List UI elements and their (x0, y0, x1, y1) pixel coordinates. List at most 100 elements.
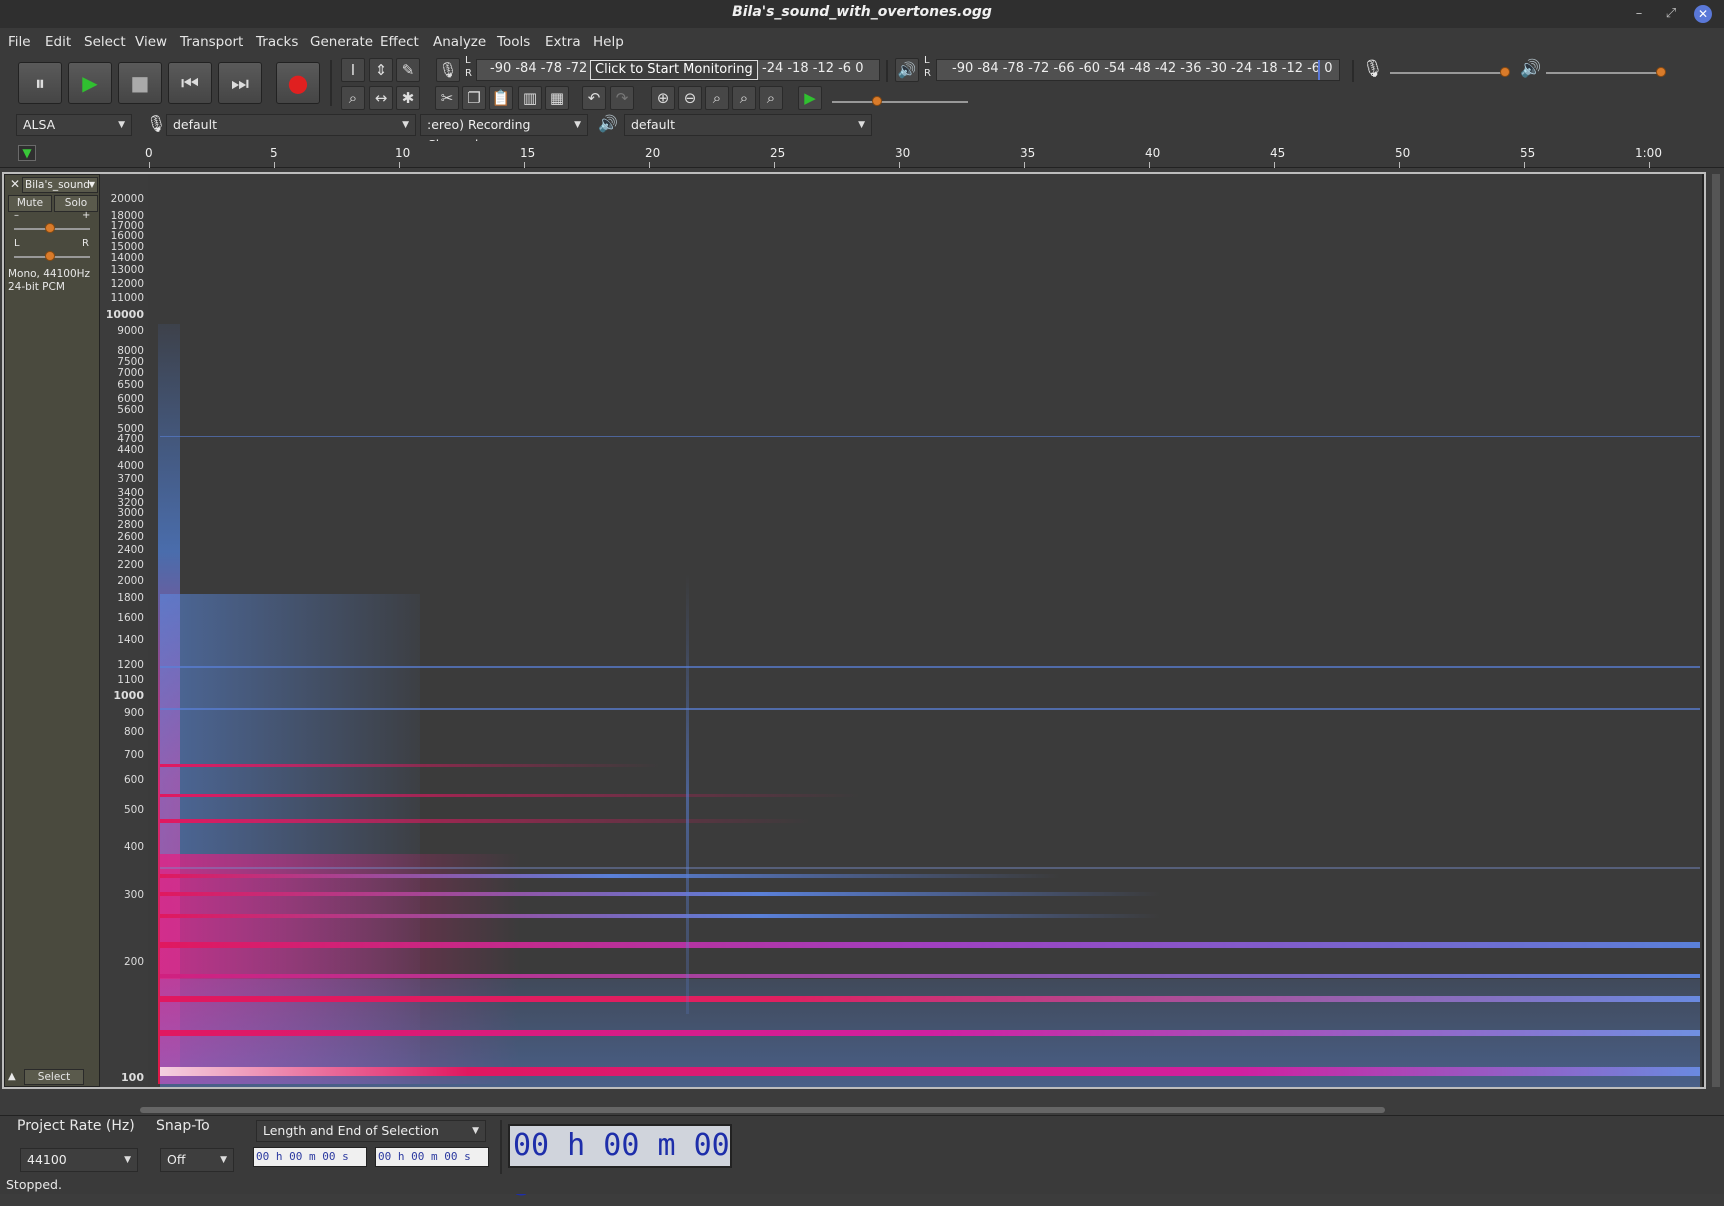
recording-channels-select[interactable]: :ereo) Recording Channels▼ (420, 114, 588, 152)
menu-help[interactable]: Help (593, 34, 624, 50)
frequency-label: 2800 (117, 518, 144, 531)
skip-to-end-button[interactable]: ⏭ (218, 62, 262, 104)
selection-mode-select[interactable]: Length and End of Selection ▼ (256, 1120, 486, 1142)
record-button[interactable]: ● (276, 62, 320, 104)
frequency-label: 4400 (117, 443, 144, 456)
pause-button[interactable]: ⏸ (18, 62, 62, 104)
frequency-label: 1600 (117, 611, 144, 624)
skip-to-start-button[interactable]: ⏮ (168, 62, 212, 104)
menu-transport[interactable]: Transport (180, 34, 243, 50)
frequency-label: 400 (123, 841, 144, 854)
close-icon[interactable]: ✕ (1694, 5, 1712, 23)
play-speed-slider[interactable] (832, 101, 968, 103)
track-close-icon[interactable]: ✕ (10, 177, 20, 191)
ruler-tick-label: 0 (145, 146, 153, 160)
snap-to-select[interactable]: Off ▼ (160, 1148, 234, 1172)
fit-selection-icon[interactable]: ⌕ (705, 86, 729, 110)
project-rate-label: Project Rate (Hz) (17, 1118, 135, 1134)
menu-generate[interactable]: Generate (310, 34, 373, 50)
project-rate-select[interactable]: 44100 ▼ (20, 1148, 138, 1172)
skip-start-icon: ⏮ (181, 71, 199, 95)
paste-icon[interactable]: 📋 (489, 86, 513, 110)
copy-icon[interactable]: ❐ (462, 86, 486, 110)
draw-tool-icon[interactable]: ✎ (396, 58, 420, 82)
fit-project-icon[interactable]: ⌕ (732, 86, 756, 110)
menu-extra[interactable]: Extra (545, 34, 581, 50)
toolbar-separator (330, 60, 332, 106)
timeshift-tool-icon[interactable]: ↔ (369, 86, 393, 110)
selection-mode-value: Length and End of Selection (263, 1123, 439, 1138)
menu-tools[interactable]: Tools (497, 34, 530, 50)
frequency-label: 6500 (117, 379, 144, 392)
toolbar-separator (1352, 60, 1354, 82)
timeline-ruler[interactable] (0, 141, 1724, 168)
timeline-quick-play-icon[interactable]: ▼ (18, 145, 36, 161)
zoom-tool-icon[interactable]: ⌕ (341, 86, 365, 110)
track-select-button[interactable]: Select (24, 1069, 84, 1085)
frequency-label: 1800 (117, 592, 144, 605)
stop-button[interactable]: ■ (118, 62, 162, 104)
trim-icon[interactable]: ▥ (518, 86, 542, 110)
menu-tracks[interactable]: Tracks (256, 34, 298, 50)
play-meter-r-label: R (924, 68, 931, 79)
play-button[interactable]: ▶ (68, 62, 112, 104)
project-rate-value: 44100 (27, 1152, 67, 1167)
vertical-scrollbar[interactable] (1712, 174, 1720, 1087)
pan-left-label: L (14, 238, 20, 249)
recording-device-select[interactable]: default ▼ (166, 114, 416, 136)
audio-position-time[interactable]: 00 h 00 m 00 s (508, 1124, 732, 1203)
menu-view[interactable]: View (135, 34, 167, 50)
record-volume-knob[interactable] (1500, 67, 1510, 77)
zoom-in-icon[interactable]: ⊕ (651, 86, 675, 110)
play-speed-knob[interactable] (872, 96, 882, 106)
menu-file[interactable]: File (8, 34, 31, 50)
selection-end-time[interactable]: 00 h 00 m 00 s (375, 1147, 489, 1167)
zoom-toggle-icon[interactable]: ⌕ (759, 86, 783, 110)
silence-icon[interactable]: ▦ (545, 86, 569, 110)
redo-icon[interactable]: ↷ (610, 86, 634, 110)
audio-host-select[interactable]: ALSA ▼ (16, 114, 132, 136)
minimize-icon[interactable]: – (1630, 5, 1648, 23)
menu-select[interactable]: Select (84, 34, 126, 50)
ruler-tick-mark (1524, 162, 1525, 168)
record-meter-scale: -90 -84 -78 -72 (490, 61, 588, 76)
solo-button[interactable]: Solo (54, 195, 98, 212)
harmonic-band (160, 764, 660, 767)
undo-icon[interactable]: ↶ (582, 86, 606, 110)
collapse-track-icon[interactable]: ▲ (8, 1071, 16, 1082)
zoom-out-icon[interactable]: ⊖ (678, 86, 702, 110)
menu-analyze[interactable]: Analyze (433, 34, 486, 50)
multi-tool-icon[interactable]: ✱ (396, 86, 420, 110)
playback-volume-slider[interactable] (1546, 72, 1664, 74)
frequency-label: 600 (123, 774, 144, 787)
start-monitoring-tooltip[interactable]: Click to Start Monitoring (590, 60, 758, 80)
horizontal-scrollbar[interactable] (140, 1107, 1385, 1113)
ruler-tick-label: 25 (770, 146, 786, 160)
menu-effect[interactable]: Effect (380, 34, 419, 50)
selection-start-time[interactable]: 00 h 00 m 00 s (253, 1147, 367, 1167)
play-at-speed-icon[interactable]: ▶ (798, 86, 822, 110)
snap-to-value: Off (167, 1152, 186, 1167)
harmonic-band (160, 874, 1060, 878)
ruler-tick-label: 1:00 (1635, 146, 1662, 160)
cut-icon[interactable]: ✂ (435, 86, 459, 110)
harmonic-band (160, 1067, 1700, 1076)
track-format-info: Mono, 44100Hz (8, 268, 91, 280)
record-meter-microphone-icon[interactable]: 🎙 (436, 58, 460, 82)
gain-knob[interactable] (45, 223, 55, 233)
track-name-menu[interactable]: Bila's_sound ▼ (22, 177, 98, 193)
harmonic-band (160, 867, 1700, 869)
play-meter-speaker-icon[interactable]: 🔊 (895, 58, 919, 82)
menu-edit[interactable]: Edit (45, 34, 71, 50)
envelope-tool-icon[interactable]: ⇕ (369, 58, 393, 82)
maximize-icon[interactable]: ⤢ (1662, 5, 1680, 23)
record-volume-slider[interactable] (1390, 72, 1508, 74)
pan-knob[interactable] (45, 251, 55, 261)
playback-device-select[interactable]: default ▼ (624, 114, 872, 136)
toolbar-separator (886, 60, 888, 82)
playback-volume-knob[interactable] (1656, 67, 1666, 77)
audio-host-value: ALSA (23, 117, 56, 132)
harmonic-band (160, 794, 860, 797)
spectrogram-view[interactable] (148, 174, 1704, 1087)
selection-tool-icon[interactable]: I (341, 58, 365, 82)
